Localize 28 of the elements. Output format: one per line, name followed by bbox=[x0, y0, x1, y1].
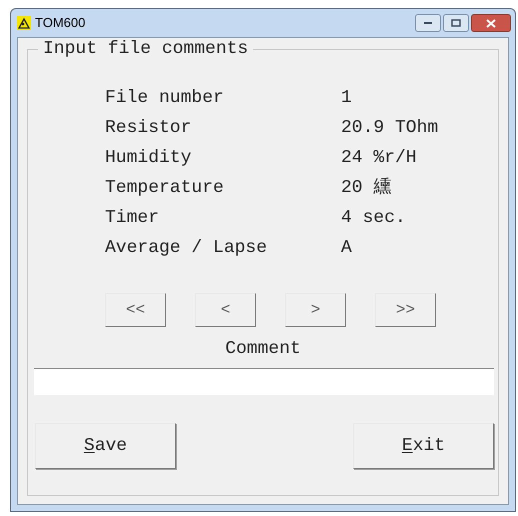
maximize-icon bbox=[451, 19, 461, 27]
minimize-icon bbox=[423, 21, 433, 25]
exit-button[interactable]: Exit bbox=[353, 423, 494, 469]
field-value: 1 bbox=[341, 88, 353, 109]
maximize-button[interactable] bbox=[443, 14, 469, 32]
field-label: Resistor bbox=[105, 118, 192, 139]
navigation-button[interactable]: << bbox=[105, 293, 166, 327]
minimize-button[interactable] bbox=[415, 14, 441, 32]
navigation-button[interactable]: >> bbox=[375, 293, 436, 327]
save-button[interactable]: Save bbox=[35, 423, 176, 469]
field-value: 20.9 TOhm bbox=[341, 118, 440, 139]
close-button[interactable] bbox=[471, 14, 511, 32]
field-label: Temperature bbox=[105, 178, 225, 199]
group-title: Input file comments bbox=[38, 39, 254, 59]
field-label: File number bbox=[105, 88, 225, 109]
field-value: A bbox=[341, 238, 353, 259]
field-label: Humidity bbox=[105, 148, 192, 169]
field-label: Timer bbox=[105, 208, 160, 229]
field-label: Average / Lapse bbox=[105, 238, 268, 259]
close-icon bbox=[486, 18, 496, 28]
field-value: 24 %r/H bbox=[341, 148, 418, 169]
window-title: TOM600 bbox=[35, 14, 86, 32]
navigation-button[interactable]: < bbox=[195, 293, 256, 327]
navigation-button[interactable]: > bbox=[285, 293, 346, 327]
field-value: 20 纁 bbox=[341, 178, 392, 199]
comment-field[interactable] bbox=[34, 368, 494, 395]
field-value: 4 sec. bbox=[341, 208, 407, 229]
comment-label: Comment bbox=[225, 339, 301, 360]
